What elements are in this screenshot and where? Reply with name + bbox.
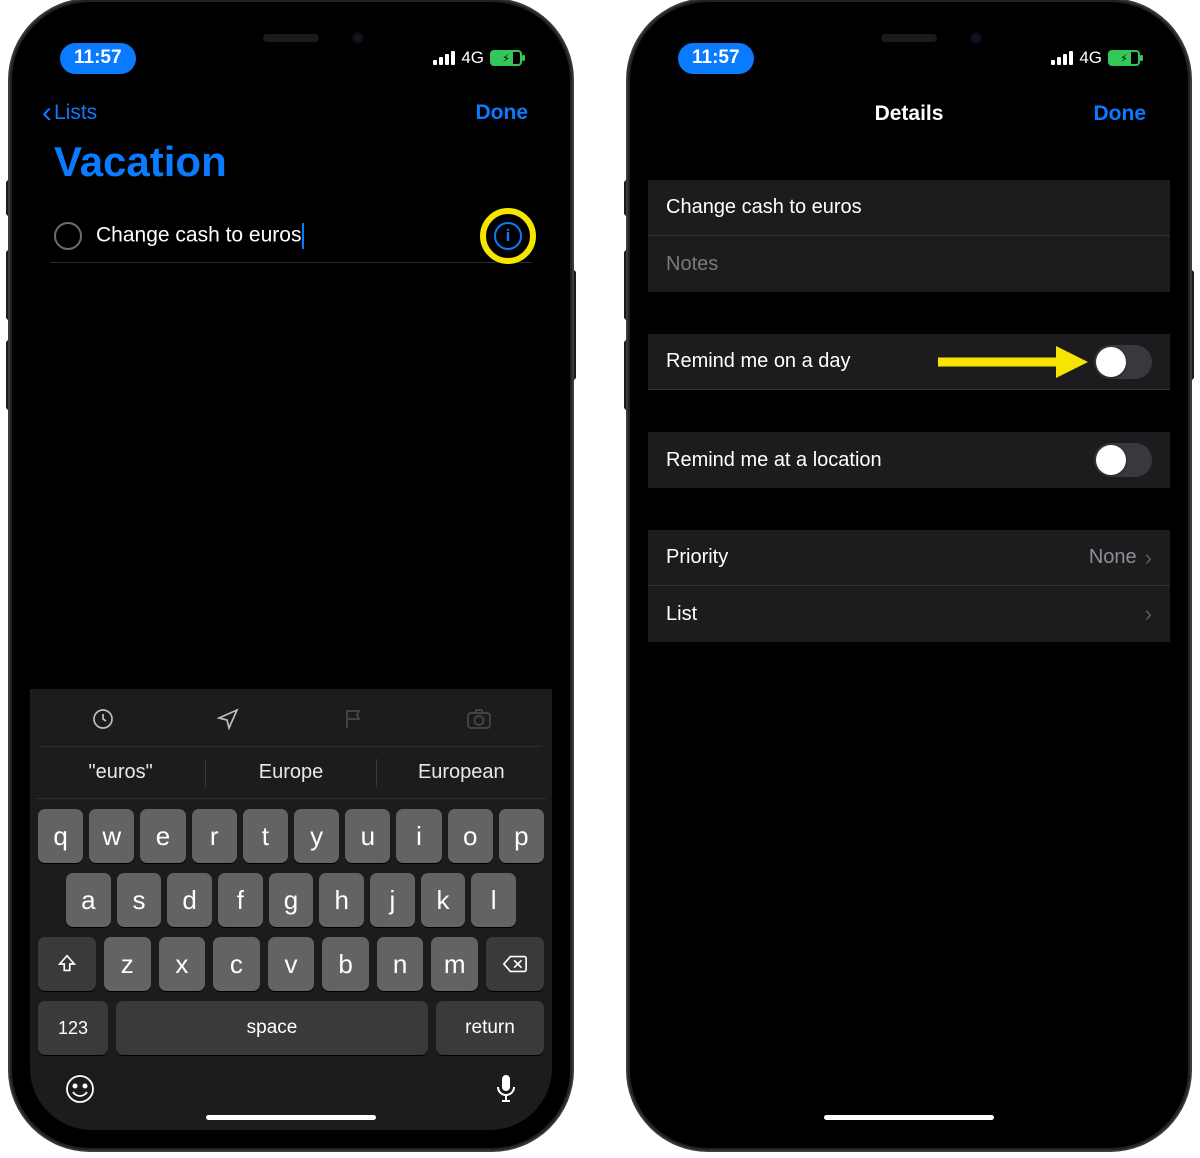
key-h[interactable]: h bbox=[319, 873, 364, 927]
key-f[interactable]: f bbox=[218, 873, 263, 927]
key-row-1: q w e r t y u i o p bbox=[38, 809, 544, 863]
backspace-key[interactable] bbox=[486, 937, 544, 991]
info-button-highlight: i bbox=[480, 208, 536, 264]
key-row-4: 123 space return bbox=[38, 1001, 544, 1055]
return-key[interactable]: return bbox=[436, 1001, 544, 1055]
text-cursor bbox=[302, 223, 304, 249]
location-icon[interactable] bbox=[216, 707, 240, 736]
priority-label: Priority bbox=[666, 546, 1089, 569]
flag-icon[interactable] bbox=[342, 707, 366, 736]
key-i[interactable]: i bbox=[396, 809, 441, 863]
key-k[interactable]: k bbox=[421, 873, 466, 927]
title-notes-group: Change cash to euros Notes bbox=[648, 180, 1170, 292]
key-row-3: z x c v b n m bbox=[38, 937, 544, 991]
title-field[interactable]: Change cash to euros bbox=[648, 180, 1170, 236]
shift-key[interactable] bbox=[38, 937, 96, 991]
chevron-right-icon: › bbox=[1145, 545, 1152, 571]
signal-icon bbox=[1051, 51, 1073, 65]
key-y[interactable]: y bbox=[294, 809, 339, 863]
key-g[interactable]: g bbox=[269, 873, 314, 927]
notch bbox=[176, 20, 406, 56]
priority-value: None bbox=[1089, 546, 1137, 569]
key-v[interactable]: v bbox=[268, 937, 315, 991]
done-button[interactable]: Done bbox=[1094, 102, 1147, 126]
complete-circle[interactable] bbox=[54, 222, 82, 250]
back-button[interactable]: ‹ Lists bbox=[42, 98, 97, 128]
remind-day-label: Remind me on a day bbox=[666, 350, 1094, 373]
info-icon: i bbox=[494, 222, 522, 250]
remind-location-label: Remind me at a location bbox=[666, 449, 1094, 472]
key-c[interactable]: c bbox=[213, 937, 260, 991]
remind-day-group: Remind me on a day bbox=[648, 334, 1170, 390]
key-l[interactable]: l bbox=[471, 873, 516, 927]
nav-bar: ‹ Lists Done bbox=[30, 88, 552, 138]
nav-title: Details bbox=[875, 102, 944, 126]
remind-day-row: Remind me on a day bbox=[648, 334, 1170, 390]
reminder-title-input[interactable]: Change cash to euros bbox=[96, 223, 528, 249]
emoji-button[interactable] bbox=[64, 1073, 96, 1105]
keyboard: "euros" Europe European q w e r t y u i … bbox=[30, 689, 552, 1130]
quick-toolbar bbox=[40, 697, 542, 747]
done-button[interactable]: Done bbox=[476, 101, 529, 125]
list-label: List bbox=[666, 603, 1145, 626]
home-indicator[interactable] bbox=[824, 1115, 994, 1120]
network-type: 4G bbox=[461, 48, 484, 68]
details-form: Change cash to euros Notes Remind me on … bbox=[648, 180, 1170, 1130]
key-e[interactable]: e bbox=[140, 809, 185, 863]
key-m[interactable]: m bbox=[431, 937, 478, 991]
notch bbox=[794, 20, 1024, 56]
priority-row[interactable]: Priority None › bbox=[648, 530, 1170, 586]
key-t[interactable]: t bbox=[243, 809, 288, 863]
suggestion-bar: "euros" Europe European bbox=[36, 747, 546, 799]
numbers-key[interactable]: 123 bbox=[38, 1001, 108, 1055]
key-a[interactable]: a bbox=[66, 873, 111, 927]
clock-icon[interactable] bbox=[91, 707, 115, 736]
nav-bar: Details Done bbox=[648, 92, 1170, 136]
camera-icon[interactable] bbox=[466, 707, 492, 736]
space-key[interactable]: space bbox=[116, 1001, 428, 1055]
key-w[interactable]: w bbox=[89, 809, 134, 863]
phone-right: 11:57 4G ⚡︎ Details Done Change cash to … bbox=[628, 0, 1190, 1150]
signal-icon bbox=[433, 51, 455, 65]
battery-icon: ⚡︎ bbox=[1108, 50, 1140, 66]
key-s[interactable]: s bbox=[117, 873, 162, 927]
notes-field[interactable]: Notes bbox=[648, 236, 1170, 292]
key-o[interactable]: o bbox=[448, 809, 493, 863]
chevron-right-icon: › bbox=[1145, 601, 1152, 627]
key-u[interactable]: u bbox=[345, 809, 390, 863]
phone-left: 11:57 4G ⚡︎ ‹ Lists Done Vacation Change bbox=[10, 0, 572, 1150]
priority-list-group: Priority None › List › bbox=[648, 530, 1170, 642]
status-time: 11:57 bbox=[60, 43, 136, 74]
battery-icon: ⚡︎ bbox=[490, 50, 522, 66]
network-type: 4G bbox=[1079, 48, 1102, 68]
key-d[interactable]: d bbox=[167, 873, 212, 927]
key-j[interactable]: j bbox=[370, 873, 415, 927]
reminder-row[interactable]: Change cash to euros bbox=[50, 214, 532, 263]
suggestion-2[interactable]: Europe bbox=[206, 761, 375, 784]
chevron-left-icon: ‹ bbox=[42, 98, 52, 128]
status-time: 11:57 bbox=[678, 43, 754, 74]
remind-location-toggle[interactable] bbox=[1094, 443, 1152, 477]
list-title: Vacation bbox=[54, 138, 227, 186]
key-r[interactable]: r bbox=[192, 809, 237, 863]
suggestion-3[interactable]: European bbox=[377, 761, 546, 784]
info-button[interactable]: i bbox=[480, 208, 536, 264]
home-indicator[interactable] bbox=[206, 1115, 376, 1120]
remind-location-group: Remind me at a location bbox=[648, 432, 1170, 488]
key-x[interactable]: x bbox=[159, 937, 206, 991]
suggestion-1[interactable]: "euros" bbox=[36, 761, 205, 784]
list-row[interactable]: List › bbox=[648, 586, 1170, 642]
key-z[interactable]: z bbox=[104, 937, 151, 991]
back-label: Lists bbox=[54, 101, 97, 125]
key-p[interactable]: p bbox=[499, 809, 544, 863]
key-n[interactable]: n bbox=[377, 937, 424, 991]
remind-day-toggle[interactable] bbox=[1094, 345, 1152, 379]
key-row-2: a s d f g h j k l bbox=[38, 873, 544, 927]
key-b[interactable]: b bbox=[322, 937, 369, 991]
remind-location-row: Remind me at a location bbox=[648, 432, 1170, 488]
key-q[interactable]: q bbox=[38, 809, 83, 863]
dictation-button[interactable] bbox=[494, 1073, 518, 1105]
